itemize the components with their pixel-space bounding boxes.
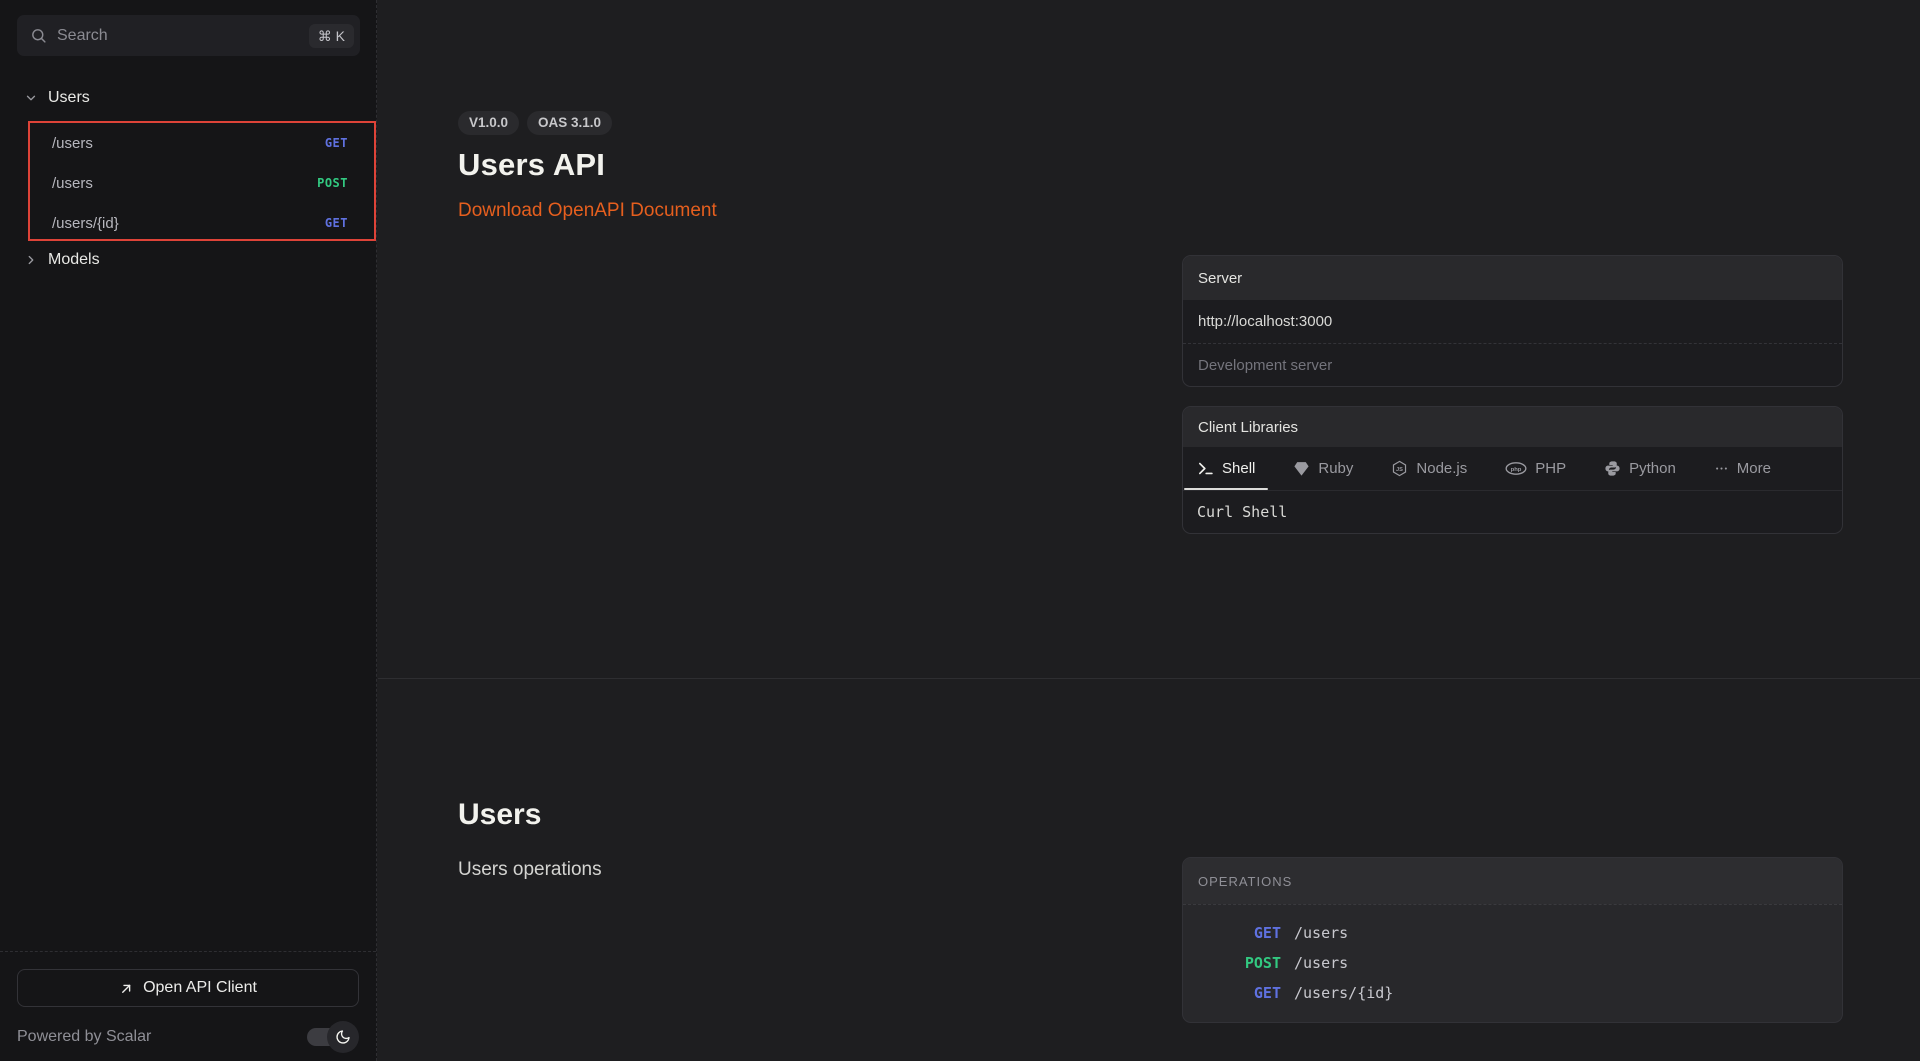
operations-card-title: OPERATIONS <box>1183 858 1842 904</box>
tab-shell[interactable]: Shell <box>1197 447 1255 490</box>
svg-text:php: php <box>1511 467 1522 473</box>
terminal-icon <box>1197 460 1214 477</box>
nodejs-icon: JS <box>1391 460 1408 477</box>
ruby-icon <box>1293 460 1310 477</box>
endpoint-path: /users <box>52 175 93 192</box>
endpoint-path: /users/{id} <box>52 215 119 232</box>
section-divider <box>378 678 1920 679</box>
toggle-knob <box>327 1021 359 1053</box>
search-input[interactable]: Search ⌘ K <box>17 15 360 56</box>
sidebar-group-users[interactable]: Users <box>0 84 376 112</box>
client-libraries-tabs: Shell Ruby JS Node.js <box>1183 447 1842 491</box>
operation-get-users[interactable]: GET /users <box>1183 918 1842 948</box>
method-label: GET <box>1199 924 1281 942</box>
operation-path: /users <box>1294 954 1348 972</box>
sidebar-footer: Open API Client Powered by Scalar <box>0 951 376 1061</box>
python-icon <box>1604 460 1621 477</box>
server-card-title: Server <box>1183 256 1842 300</box>
section-title: Users <box>458 798 602 832</box>
main-content: V1.0.0 OAS 3.1.0 Users API Download Open… <box>378 0 1920 1061</box>
tab-php[interactable]: php PHP <box>1505 447 1566 490</box>
client-library-snippet: Curl Shell <box>1183 491 1842 533</box>
chevron-right-icon <box>24 253 38 267</box>
search-icon <box>30 27 47 44</box>
sidebar-item-get-users[interactable]: /users GET <box>30 123 374 163</box>
oas-badge: OAS 3.1.0 <box>527 111 612 135</box>
sidebar-group-label: Users <box>48 89 90 107</box>
method-label: GET <box>1199 984 1281 1002</box>
moon-icon <box>335 1029 351 1045</box>
download-openapi-link[interactable]: Download OpenAPI Document <box>458 200 717 222</box>
server-url[interactable]: http://localhost:3000 <box>1183 300 1842 343</box>
chevron-down-icon <box>24 91 38 105</box>
sidebar: Search ⌘ K Users /users GET /users POST … <box>0 0 377 1061</box>
method-badge: POST <box>317 176 348 190</box>
page-title: Users API <box>458 147 717 183</box>
method-badge: GET <box>325 216 348 230</box>
search-shortcut-badge: ⌘ K <box>309 24 354 48</box>
hero-cards: Server http://localhost:3000 Development… <box>1182 255 1843 534</box>
sidebar-group-models[interactable]: Models <box>0 246 376 274</box>
endpoint-path: /users <box>52 135 93 152</box>
server-card: Server http://localhost:3000 Development… <box>1182 255 1843 387</box>
powered-by-scalar: Powered by Scalar <box>17 1028 151 1046</box>
server-description: Development server <box>1183 343 1842 386</box>
php-icon: php <box>1505 460 1527 477</box>
open-api-client-label: Open API Client <box>143 979 257 997</box>
method-label: POST <box>1199 954 1281 972</box>
svg-text:JS: JS <box>1396 467 1403 473</box>
section-description: Users operations <box>458 859 602 881</box>
operation-path: /users/{id} <box>1294 984 1393 1002</box>
search-placeholder: Search <box>57 27 309 45</box>
tab-nodejs[interactable]: JS Node.js <box>1391 447 1467 490</box>
operation-path: /users <box>1294 924 1348 942</box>
open-api-client-button[interactable]: Open API Client <box>17 969 359 1007</box>
tab-ruby[interactable]: Ruby <box>1293 447 1353 490</box>
operation-post-users[interactable]: POST /users <box>1183 948 1842 978</box>
operations-card: OPERATIONS GET /users POST /users GET /u… <box>1182 857 1843 1023</box>
tab-more[interactable]: More <box>1714 447 1771 490</box>
operations-list: GET /users POST /users GET /users/{id} <box>1183 904 1842 1022</box>
operation-get-users-id[interactable]: GET /users/{id} <box>1183 978 1842 1008</box>
api-header: V1.0.0 OAS 3.1.0 Users API Download Open… <box>458 111 717 222</box>
arrow-up-right-icon <box>119 981 134 996</box>
version-badge: V1.0.0 <box>458 111 519 135</box>
dark-mode-toggle[interactable] <box>307 1021 359 1053</box>
client-libraries-card: Client Libraries Shell Ruby <box>1182 406 1843 534</box>
sidebar-item-get-users-id[interactable]: /users/{id} GET <box>30 203 374 243</box>
sidebar-item-post-users[interactable]: /users POST <box>30 163 374 203</box>
sidebar-group-label: Models <box>48 251 100 269</box>
method-badge: GET <box>325 136 348 150</box>
sidebar-selection-outline: /users GET /users POST /users/{id} GET <box>28 121 376 241</box>
tab-python[interactable]: Python <box>1604 447 1676 490</box>
ellipsis-icon <box>1714 460 1729 477</box>
users-section: Users Users operations <box>458 798 602 881</box>
client-libraries-title: Client Libraries <box>1183 407 1842 447</box>
